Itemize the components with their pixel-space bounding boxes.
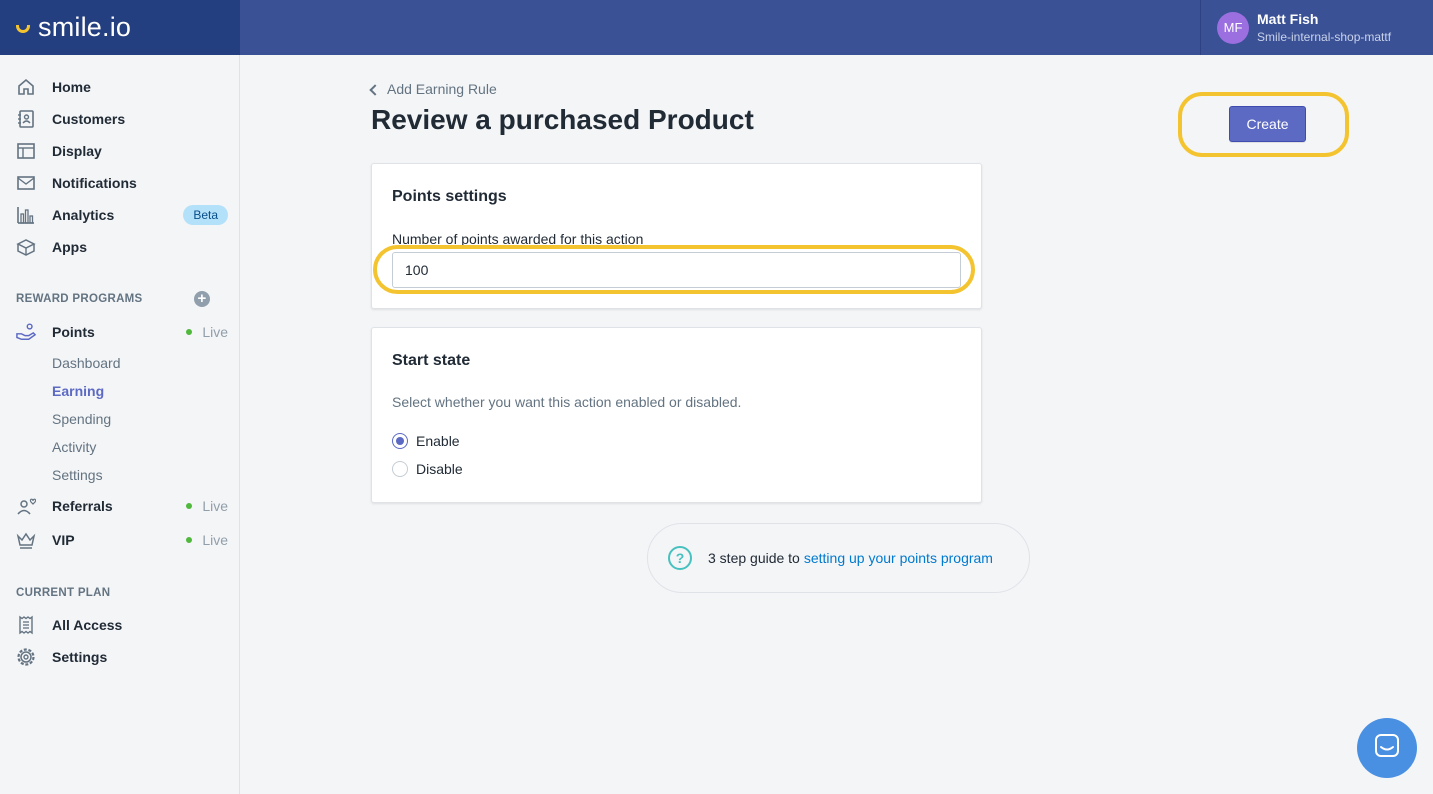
analytics-icon	[16, 205, 36, 225]
crown-icon	[16, 530, 36, 550]
sidebar-item-label: Apps	[52, 239, 87, 255]
radio-label: Disable	[416, 461, 463, 477]
apps-icon	[16, 237, 36, 257]
display-icon	[16, 141, 36, 161]
sidebar-item-label: Analytics	[52, 207, 115, 223]
chat-icon	[1374, 733, 1400, 764]
sidebar-item-customers[interactable]: Customers	[16, 107, 228, 131]
customers-icon	[16, 109, 36, 129]
back-link[interactable]: Add Earning Rule	[369, 81, 497, 97]
live-dot-icon	[186, 329, 193, 335]
user-name: Matt Fish	[1257, 11, 1319, 27]
live-dot-icon	[186, 537, 193, 543]
sidebar-item-label: Points	[52, 324, 95, 340]
sidebar-item-home[interactable]: Home	[16, 75, 228, 99]
top-bar: smile.io MF Matt Fish Smile-internal-sho…	[0, 0, 1433, 55]
status-label: Live	[202, 498, 228, 514]
sidebar-item-referrals[interactable]: Referrals Live	[16, 494, 228, 518]
disable-radio[interactable]	[392, 461, 408, 477]
card-title: Start state	[392, 352, 471, 369]
user-shop: Smile-internal-shop-mattf	[1257, 30, 1392, 44]
disable-option[interactable]: Disable	[392, 461, 463, 477]
brand-name: smile.io	[38, 12, 132, 42]
sidebar-item-analytics[interactable]: Analytics Beta	[16, 203, 228, 227]
help-icon: ?	[668, 546, 692, 570]
current-plan-heading: CURRENT PLAN	[16, 587, 111, 599]
sidebar-subitem-settings[interactable]: Settings	[52, 467, 103, 483]
sidebar-item-label: Customers	[52, 111, 126, 127]
sidebar-item-label: Referrals	[52, 498, 113, 514]
sidebar-item-apps[interactable]: Apps	[16, 235, 228, 259]
create-button[interactable]: Create	[1229, 106, 1306, 142]
status-label: Live	[202, 532, 228, 548]
live-status: Live	[186, 324, 228, 340]
points-hand-icon	[16, 322, 36, 342]
avatar: MF	[1217, 11, 1249, 44]
gear-icon	[16, 647, 36, 667]
sidebar-item-settings[interactable]: Settings	[16, 645, 228, 669]
back-link-label: Add Earning Rule	[387, 81, 497, 97]
sidebar: Home Customers Display Notifications Ana…	[0, 55, 240, 794]
sidebar-item-vip[interactable]: VIP Live	[16, 528, 228, 552]
sidebar-item-display[interactable]: Display	[16, 139, 228, 163]
points-settings-card: Points settings Number of points awarded…	[371, 163, 982, 309]
user-menu[interactable]: MF Matt Fish Smile-internal-shop-mattf	[1200, 0, 1433, 55]
sidebar-item-label: Home	[52, 79, 91, 95]
referrals-icon	[16, 496, 36, 516]
live-dot-icon	[186, 503, 193, 509]
points-input[interactable]	[392, 252, 961, 288]
status-label: Live	[202, 324, 228, 340]
sidebar-subitem-spending[interactable]: Spending	[52, 411, 111, 427]
sidebar-item-label: Display	[52, 143, 102, 159]
sidebar-item-all-access[interactable]: All Access	[16, 613, 228, 637]
sidebar-item-label: Notifications	[52, 175, 137, 191]
live-status: Live	[186, 498, 228, 514]
sidebar-item-label: VIP	[52, 532, 75, 548]
chevron-left-icon	[369, 83, 381, 96]
sidebar-item-label: Settings	[52, 649, 108, 665]
smile-logo-icon	[16, 24, 30, 33]
home-icon	[16, 77, 36, 97]
page-title: Review a purchased Product	[371, 104, 754, 135]
chat-launcher-button[interactable]	[1357, 718, 1417, 778]
setup-guide: ? 3 step guide to setting up your points…	[647, 523, 1030, 593]
points-field-label: Number of points awarded for this action	[392, 231, 644, 247]
enable-radio[interactable]	[392, 433, 408, 449]
sidebar-item-notifications[interactable]: Notifications	[16, 171, 228, 195]
add-program-icon[interactable]: +	[194, 291, 210, 307]
live-status: Live	[186, 532, 228, 548]
sidebar-subitem-earning[interactable]: Earning	[52, 383, 104, 399]
start-state-description: Select whether you want this action enab…	[392, 394, 742, 410]
brand-logo[interactable]: smile.io	[0, 0, 240, 55]
guide-link[interactable]: setting up your points program	[804, 550, 993, 566]
sidebar-subitem-activity[interactable]: Activity	[52, 439, 96, 455]
start-state-card: Start state Select whether you want this…	[371, 327, 982, 503]
sidebar-item-label: All Access	[52, 617, 123, 633]
sidebar-item-points[interactable]: Points Live	[16, 320, 228, 344]
reward-programs-heading: REWARD PROGRAMS +	[16, 291, 228, 307]
receipt-icon	[16, 615, 36, 635]
guide-text: 3 step guide to	[708, 550, 800, 566]
mail-icon	[16, 173, 36, 193]
radio-label: Enable	[416, 433, 460, 449]
card-title: Points settings	[392, 188, 507, 205]
enable-option[interactable]: Enable	[392, 433, 460, 449]
sidebar-subitem-dashboard[interactable]: Dashboard	[52, 355, 121, 371]
section-heading-label: REWARD PROGRAMS	[16, 293, 143, 305]
beta-badge: Beta	[183, 205, 228, 225]
